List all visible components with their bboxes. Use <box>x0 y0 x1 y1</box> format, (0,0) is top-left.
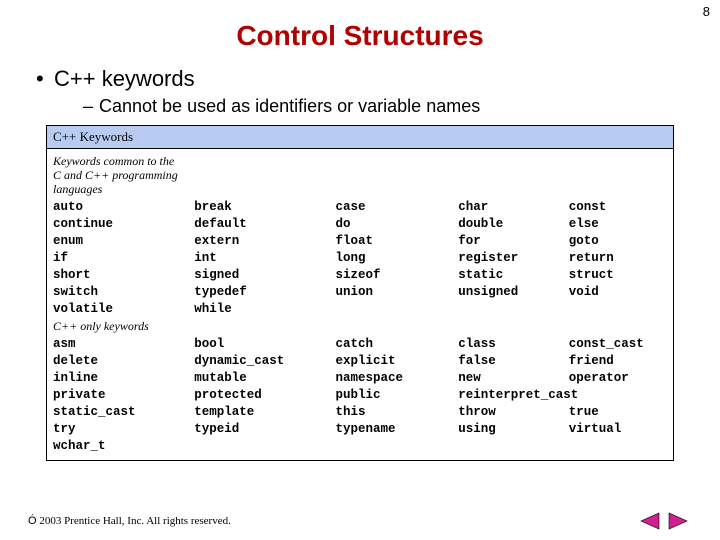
keyword-cell: try <box>53 421 194 438</box>
keyword-cell: static <box>458 267 569 284</box>
bullet-2-text: Cannot be used as identifiers or variabl… <box>99 96 480 116</box>
keyword-cell: true <box>569 404 667 421</box>
keyword-cell: float <box>335 233 458 250</box>
keyword-cell: virtual <box>569 421 667 438</box>
keyword-cell: const <box>569 199 667 216</box>
keyword-cell: double <box>458 216 569 233</box>
keyword-cell: enum <box>53 233 194 250</box>
keyword-cell: asm <box>53 336 194 353</box>
common-keywords-grid: auto break case char const continue defa… <box>53 199 667 317</box>
keyword-cell: wchar_t <box>53 438 194 455</box>
section-common-line1: Keywords common to the <box>53 155 667 169</box>
keyword-cell: else <box>569 216 667 233</box>
keyword-cell: static_cast <box>53 404 194 421</box>
keyword-cell: for <box>458 233 569 250</box>
keyword-cell: const_cast <box>569 336 667 353</box>
keyword-cell: auto <box>53 199 194 216</box>
table-header: C++ Keywords <box>46 125 674 149</box>
section-cpp-only: C++ only keywords <box>53 320 667 334</box>
keyword-cell: extern <box>194 233 335 250</box>
keyword-cell: friend <box>569 353 667 370</box>
copyright-text: Ó 2003 Prentice Hall, Inc. All rights re… <box>28 515 636 527</box>
keyword-cell: do <box>335 216 458 233</box>
copyright-label: 2003 Prentice Hall, Inc. All rights rese… <box>39 515 231 527</box>
keyword-cell: volatile <box>53 301 194 318</box>
keyword-cell: case <box>335 199 458 216</box>
keyword-cell: signed <box>194 267 335 284</box>
keyword-cell <box>458 301 569 318</box>
keyword-cell: bool <box>194 336 335 353</box>
section-common-keywords: Keywords common to the C and C++ program… <box>53 155 667 196</box>
keyword-cell: sizeof <box>335 267 458 284</box>
keyword-cell <box>194 438 335 455</box>
keyword-cell: break <box>194 199 335 216</box>
bullet-level-2: –Cannot be used as identifiers or variab… <box>83 96 692 117</box>
keyword-cell: register <box>458 250 569 267</box>
keyword-cell: namespace <box>335 370 458 387</box>
page-number: 8 <box>703 4 710 19</box>
keyword-cell: dynamic_cast <box>194 353 335 370</box>
keyword-cell: throw <box>458 404 569 421</box>
keyword-cell <box>458 438 569 455</box>
keyword-cell: public <box>335 387 458 404</box>
keyword-cell: if <box>53 250 194 267</box>
bullet-dot: • <box>36 66 54 92</box>
slide-title: Control Structures <box>28 20 692 52</box>
keyword-cell: this <box>335 404 458 421</box>
triangle-left-icon <box>639 512 661 530</box>
keyword-cell: goto <box>569 233 667 250</box>
next-button[interactable] <box>667 512 689 530</box>
keyword-cell: mutable <box>194 370 335 387</box>
keyword-cell: template <box>194 404 335 421</box>
keyword-cell: short <box>53 267 194 284</box>
keyword-cell: char <box>458 199 569 216</box>
keyword-cell: operator <box>569 370 667 387</box>
slide: 8 Control Structures •C++ keywords –Cann… <box>0 0 720 540</box>
section-common-line2: C and C++ programming <box>53 169 667 183</box>
keyword-cell: long <box>335 250 458 267</box>
keyword-cell: default <box>194 216 335 233</box>
bullet-1-text: C++ keywords <box>54 66 195 91</box>
prev-button[interactable] <box>639 512 661 530</box>
keyword-cell: typeid <box>194 421 335 438</box>
keyword-cell <box>569 438 667 455</box>
keyword-cell: typedef <box>194 284 335 301</box>
triangle-right-icon <box>667 512 689 530</box>
keyword-cell <box>569 301 667 318</box>
keyword-cell: false <box>458 353 569 370</box>
keyword-cell: new <box>458 370 569 387</box>
keyword-cell: using <box>458 421 569 438</box>
keyword-cell: union <box>335 284 458 301</box>
copyright-symbol: Ó <box>28 515 37 527</box>
keyword-cell: delete <box>53 353 194 370</box>
keyword-cell: protected <box>194 387 335 404</box>
keyword-cell: class <box>458 336 569 353</box>
cpp-only-keywords-grid: asm bool catch class const_cast delete d… <box>53 336 667 454</box>
keyword-cell: typename <box>335 421 458 438</box>
keyword-cell: reinterpret_cast <box>458 387 569 404</box>
keyword-cell <box>569 387 667 404</box>
keywords-table: C++ Keywords Keywords common to the C an… <box>46 125 674 461</box>
keyword-cell: private <box>53 387 194 404</box>
keyword-cell: switch <box>53 284 194 301</box>
keyword-cell: explicit <box>335 353 458 370</box>
keyword-cell: catch <box>335 336 458 353</box>
keyword-cell <box>335 438 458 455</box>
keyword-cell: inline <box>53 370 194 387</box>
keyword-cell: int <box>194 250 335 267</box>
keyword-cell: void <box>569 284 667 301</box>
bullet-dash: – <box>83 96 99 117</box>
keyword-cell: return <box>569 250 667 267</box>
table-body: Keywords common to the C and C++ program… <box>46 149 674 461</box>
keyword-cell: while <box>194 301 335 318</box>
keyword-cell: continue <box>53 216 194 233</box>
bullet-level-1: •C++ keywords <box>36 66 692 92</box>
keyword-cell: struct <box>569 267 667 284</box>
keyword-cell <box>335 301 458 318</box>
keyword-cell: unsigned <box>458 284 569 301</box>
footer: Ó 2003 Prentice Hall, Inc. All rights re… <box>28 512 692 530</box>
section-common-line3: languages <box>53 183 667 197</box>
